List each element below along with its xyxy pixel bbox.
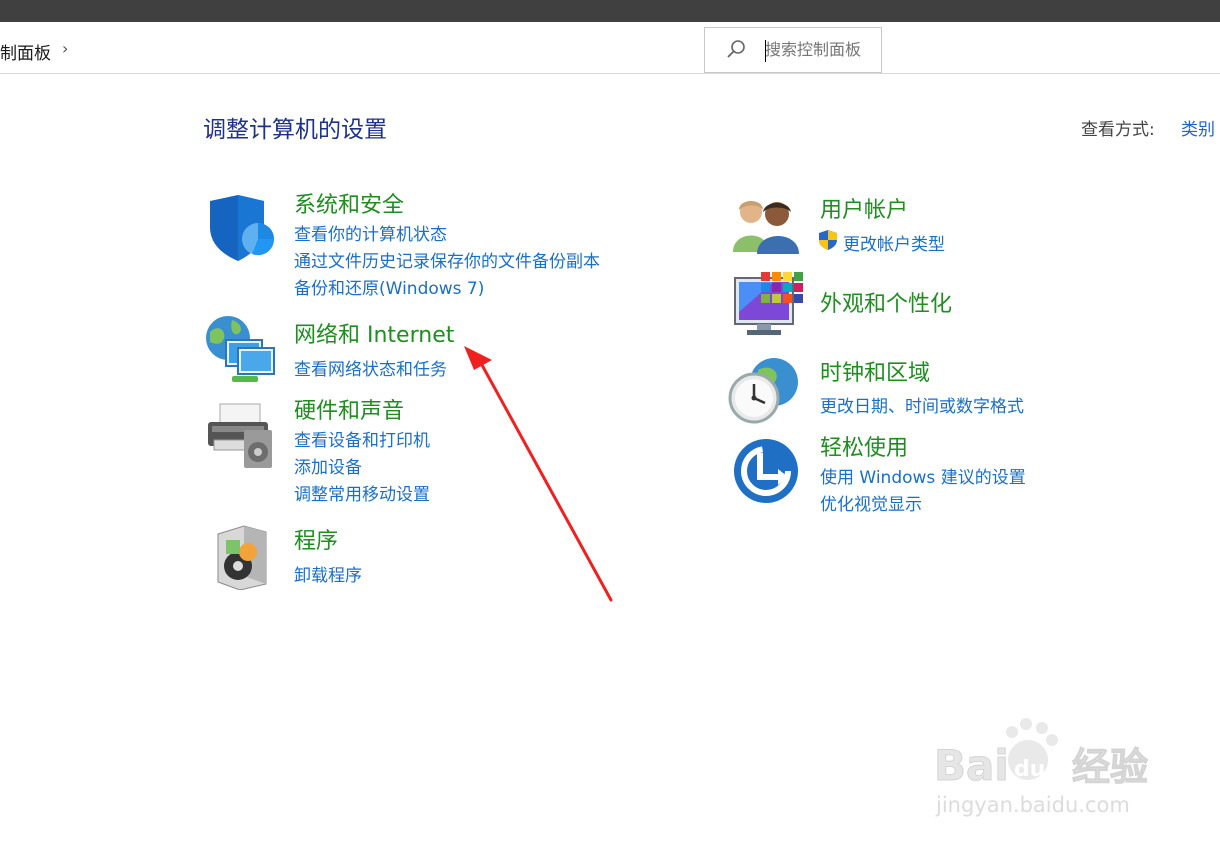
baidu-jingyan-watermark: Bai du 经验 jingyan.baidu.com xyxy=(934,718,1149,817)
svg-text:经验: 经验 xyxy=(1072,745,1148,789)
svg-text:jingyan.baidu.com: jingyan.baidu.com xyxy=(935,793,1130,817)
svg-text:Bai: Bai xyxy=(934,741,1009,790)
svg-text:du: du xyxy=(1014,757,1045,782)
